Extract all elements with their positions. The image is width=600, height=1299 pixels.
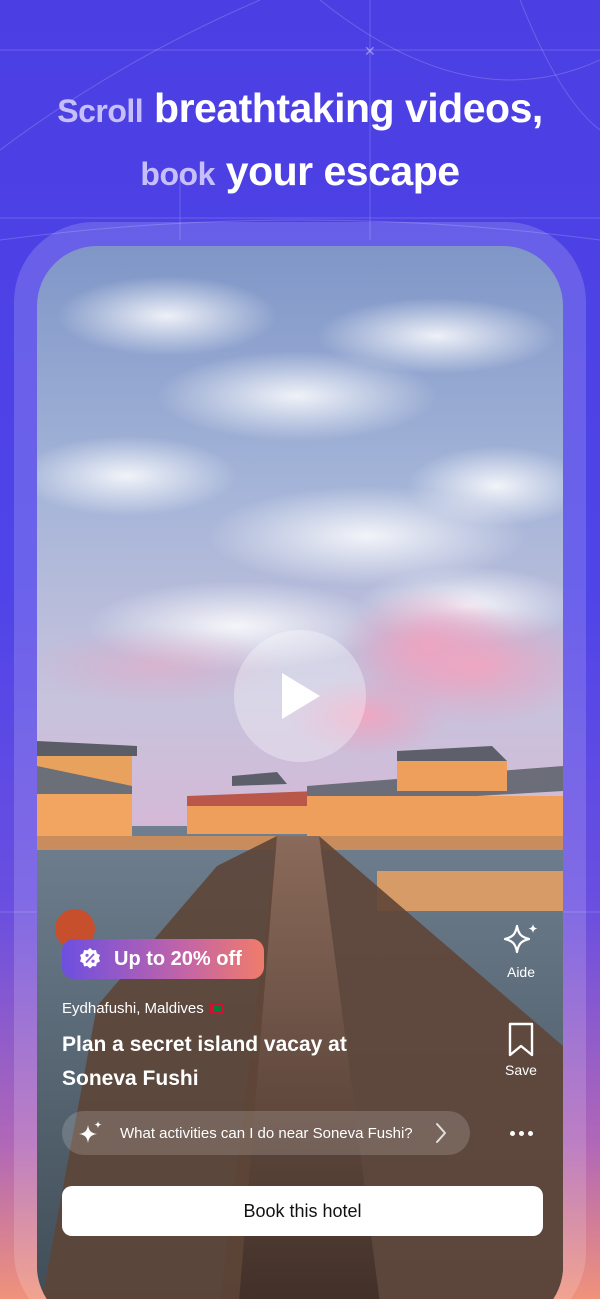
ai-prompt-suggestion[interactable]: What activities can I do near Soneva Fus… (62, 1111, 470, 1155)
play-icon (282, 673, 320, 719)
save-button[interactable]: Save (491, 1022, 551, 1078)
sparkle-icon (503, 924, 538, 954)
headline-muted-word-1: Scroll (57, 93, 144, 129)
offer-badge[interactable]: Up to 20% off (62, 939, 264, 979)
maldives-flag-icon (209, 1003, 224, 1014)
prompt-text: What activities can I do near Soneva Fus… (120, 1124, 413, 1142)
svg-text:✕: ✕ (364, 44, 376, 60)
headline-line-1: Scroll breathtaking videos, (0, 78, 600, 141)
headline-muted-word-2: book (140, 156, 215, 192)
location-line: Eydhafushi, Maldives (62, 1000, 224, 1017)
headline-bold-phrase-1: breathtaking videos, (154, 85, 543, 131)
more-dot (527, 1130, 533, 1136)
book-hotel-button[interactable]: Book this hotel (62, 1186, 543, 1236)
aide-button[interactable]: Aide (491, 922, 551, 980)
save-label: Save (505, 1062, 537, 1078)
aide-label: Aide (506, 964, 536, 980)
more-dot (509, 1130, 515, 1136)
more-dot (518, 1130, 524, 1136)
chevron-right-icon (436, 1123, 446, 1143)
location-text: Eydhafushi, Maldives (62, 1000, 204, 1017)
offer-label: Up to 20% off (114, 947, 242, 970)
sparkles-icon (79, 1121, 102, 1143)
headline-line-2: book your escape (0, 141, 600, 204)
more-options-button[interactable] (500, 1120, 542, 1146)
headline-bold-phrase-2: your escape (225, 148, 460, 194)
hero-headline: Scroll breathtaking videos, book your es… (0, 78, 600, 204)
bookmark-icon (508, 1022, 534, 1057)
percent-badge-icon (78, 947, 102, 971)
video-title: Plan a secret island vacay at Soneva Fus… (62, 1033, 347, 1090)
play-button[interactable] (234, 630, 366, 762)
